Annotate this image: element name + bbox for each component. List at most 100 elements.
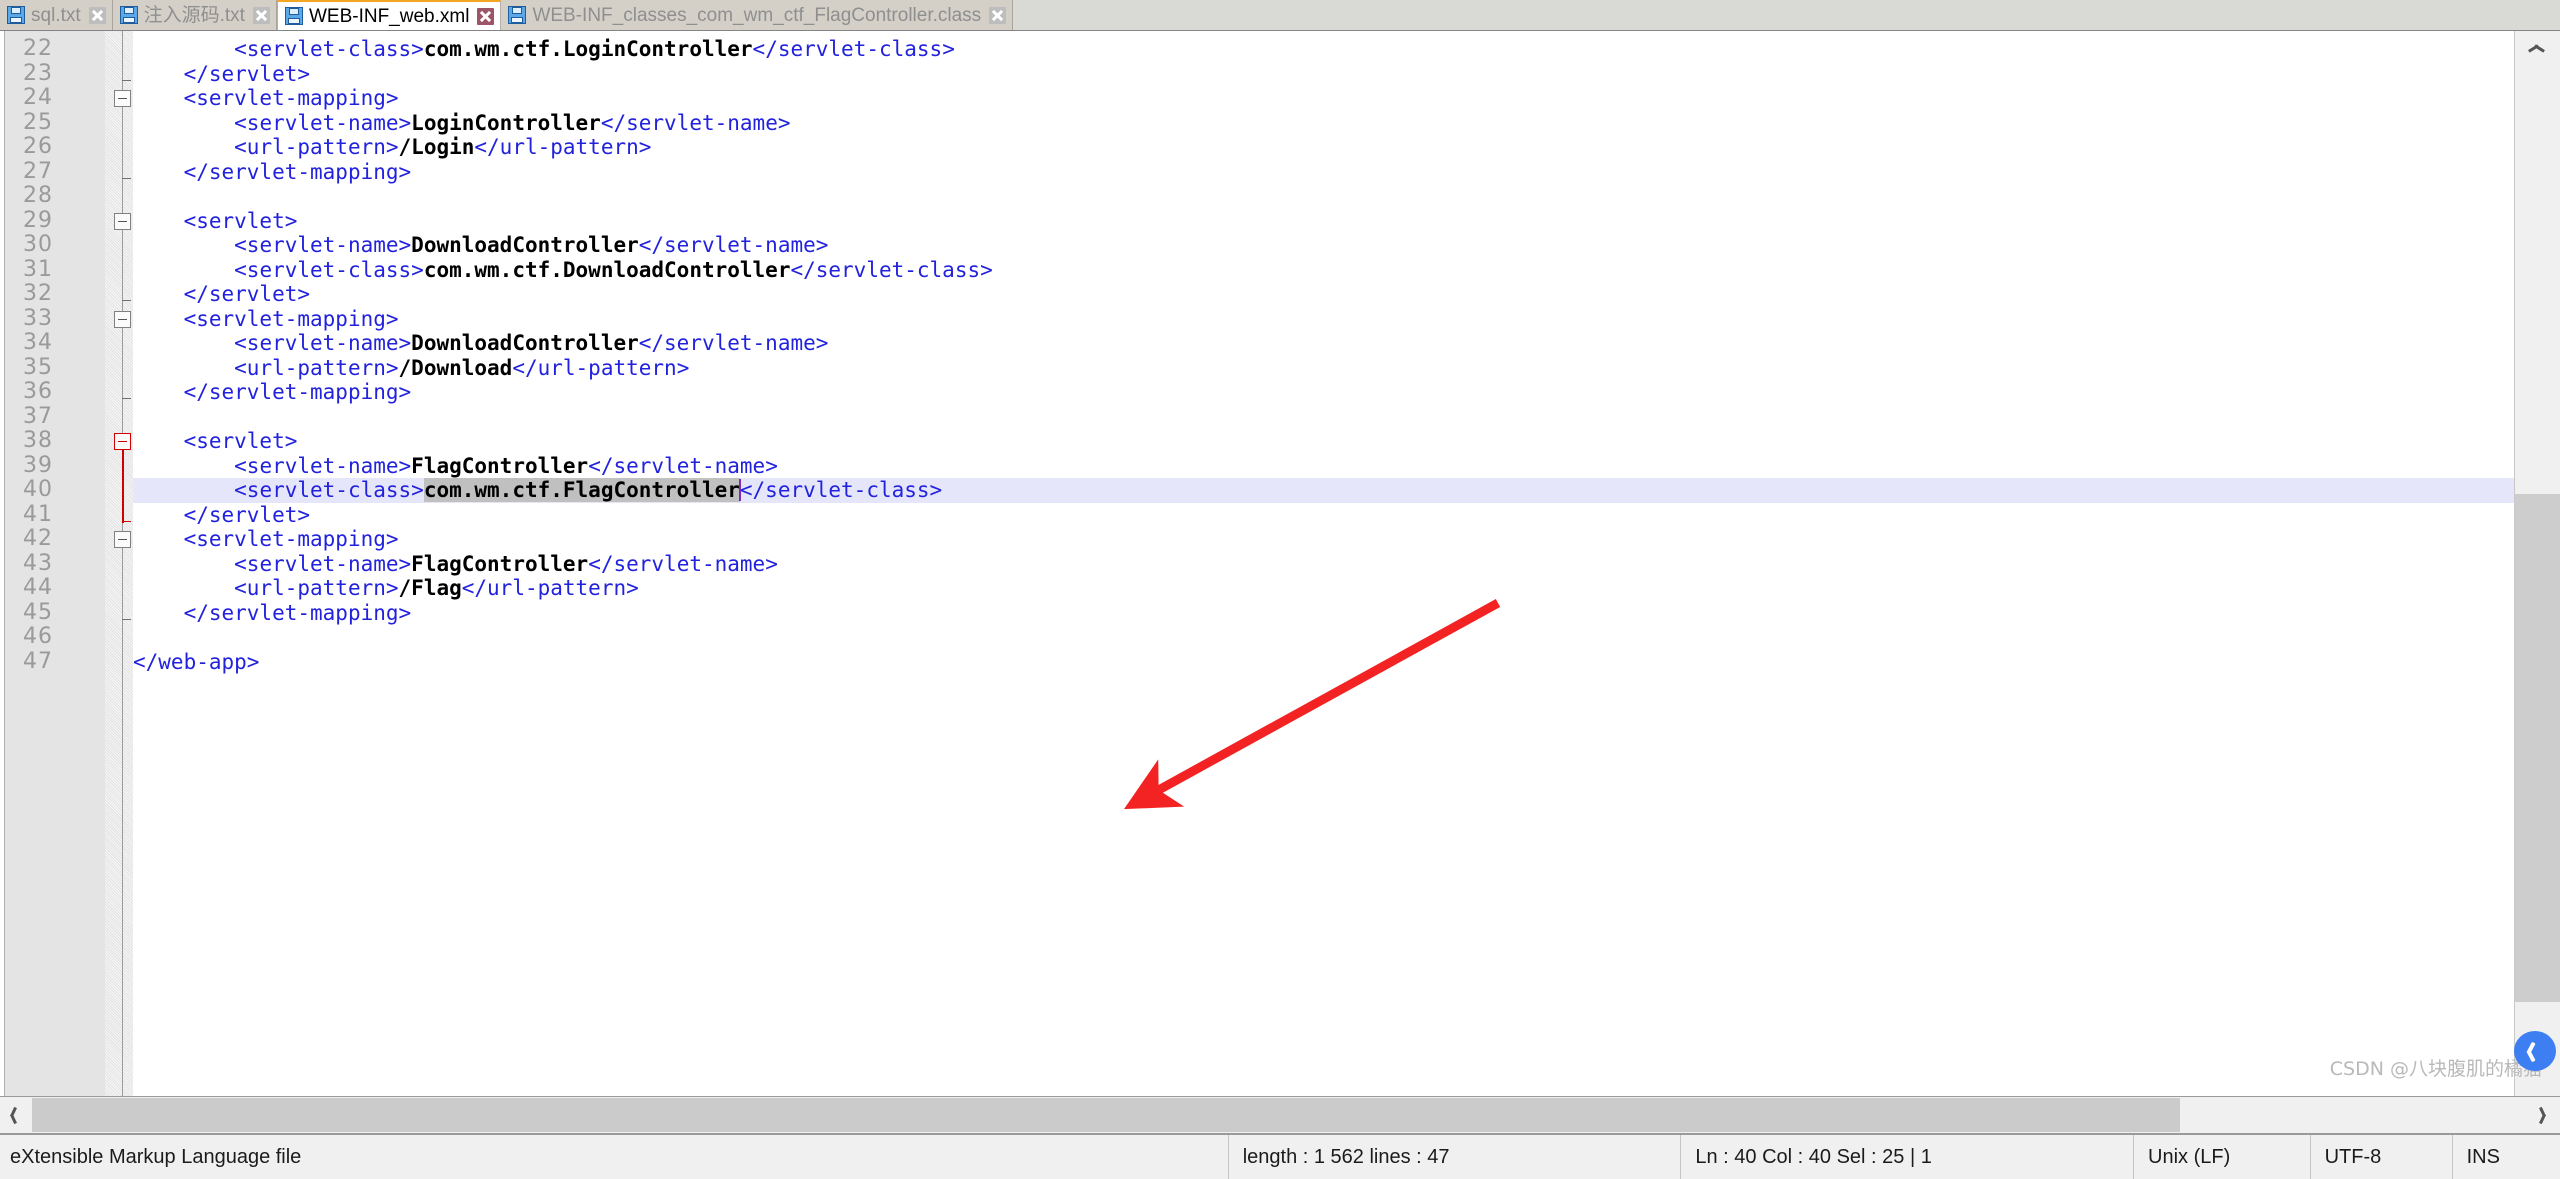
code-line-38[interactable]: <servlet> xyxy=(133,429,2514,454)
xml-tag: <servlet-name> xyxy=(234,453,412,478)
code-line-37[interactable] xyxy=(133,405,2514,430)
code-line-30[interactable]: <servlet-name>DownloadController</servle… xyxy=(133,233,2514,258)
editor-area: 22 23 24 25 26 27 28 29 30 31 32 33 34 35 36 37 38 39 40 41… xyxy=(0,30,2560,1133)
vertical-scrollbar[interactable] xyxy=(2514,31,2560,1133)
xml-tag: </servlet-name> xyxy=(638,233,829,257)
tab-bar: sql.txt 注入源码.txt WEB-INF_web.xml WEB-INF_cl… xyxy=(0,0,2560,30)
xml-tag: </web-app> xyxy=(133,649,260,674)
code-line-29[interactable]: <servlet> xyxy=(133,209,2514,234)
code-line-39[interactable]: <servlet-name>FlagController</servlet-na… xyxy=(133,454,2514,479)
tab-0[interactable]: sql.txt xyxy=(0,0,113,30)
xml-value: /Login xyxy=(398,135,475,159)
tab-3[interactable]: WEB-INF_classes_com_wm_ctf_FlagControlle… xyxy=(501,0,1014,30)
fold-toggle-42[interactable] xyxy=(114,531,131,548)
fold-end-tick xyxy=(122,79,131,81)
code-line-47[interactable]: </web-app> xyxy=(133,650,2514,675)
code-line-22[interactable]: <servlet-class>com.wm.ctf.LoginControlle… xyxy=(133,37,2514,62)
code-line-36[interactable]: </servlet-mapping> xyxy=(133,380,2514,405)
scroll-right-button[interactable] xyxy=(2530,1097,2560,1132)
active-fold-connector xyxy=(122,449,124,523)
scroll-left-button[interactable] xyxy=(0,1097,30,1132)
xml-tag: </servlet-name> xyxy=(588,453,778,478)
code-line-27[interactable]: </servlet-mapping> xyxy=(133,160,2514,185)
chevron-right-icon xyxy=(2541,1107,2550,1123)
code-line-45[interactable]: </servlet-mapping> xyxy=(133,601,2514,626)
close-icon[interactable] xyxy=(252,6,270,24)
code-line-23[interactable]: </servlet> xyxy=(133,62,2514,87)
xml-tag: </servlet-mapping> xyxy=(183,159,412,184)
line-number: 41 xyxy=(23,501,53,527)
code-line-34[interactable]: <servlet-name>DownloadController</servle… xyxy=(133,331,2514,356)
horizontal-scrollbar-thumb[interactable] xyxy=(32,1098,2180,1132)
code-line-31[interactable]: <servlet-class>com.wm.ctf.DownloadContro… xyxy=(133,258,2514,283)
code-line-33[interactable]: <servlet-mapping> xyxy=(133,307,2514,332)
xml-value: FlagController xyxy=(411,551,589,576)
xml-tag: </servlet-class> xyxy=(739,478,943,502)
tab-label: sql.txt xyxy=(31,4,81,26)
xml-tag: </servlet-mapping> xyxy=(183,600,412,625)
fold-toggle-33[interactable] xyxy=(114,310,131,328)
close-icon[interactable] xyxy=(477,7,495,25)
code-line-35[interactable]: <url-pattern>/Download</url-pattern> xyxy=(133,356,2514,381)
code-content[interactable]: <servlet-class>com.wm.ctf.LoginControlle… xyxy=(133,31,2514,1133)
code-line-32[interactable]: </servlet> xyxy=(133,282,2514,307)
line-number: 47 xyxy=(23,648,53,674)
xml-tag: <servlet-mapping> xyxy=(183,527,399,551)
tab-label: WEB-INF_web.xml xyxy=(308,5,470,27)
xml-tag: </servlet> xyxy=(183,282,311,306)
chevron-left-icon xyxy=(12,1107,21,1123)
line-number: 40 xyxy=(23,477,53,502)
line-number: 43 xyxy=(23,550,53,576)
tab-2[interactable]: WEB-INF_web.xml xyxy=(276,0,502,30)
line-number-gutter: 22 23 24 25 26 27 28 29 30 31 32 33 34 35 36 37 38 39 40 41… xyxy=(5,31,65,1133)
status-eol-format: Unix (LF) xyxy=(2134,1135,2311,1179)
line-number: 42 xyxy=(23,526,53,551)
code-line-44[interactable]: <url-pattern>/Flag</url-pattern> xyxy=(133,576,2514,601)
code-line-24[interactable]: <servlet-mapping> xyxy=(133,86,2514,111)
code-folding-margin[interactable] xyxy=(105,31,133,1133)
tab-1[interactable]: 注入源码.txt xyxy=(112,0,277,30)
code-line-28[interactable] xyxy=(133,184,2514,209)
line-number: 30 xyxy=(23,232,53,257)
code-line-42[interactable]: <servlet-mapping> xyxy=(133,527,2514,552)
scroll-up-button[interactable] xyxy=(2515,31,2560,71)
line-number: 46 xyxy=(23,624,53,649)
code-line-26[interactable]: <url-pattern>/Login</url-pattern> xyxy=(133,135,2514,160)
line-number: 26 xyxy=(23,134,53,159)
code-line-40[interactable]: <servlet-class>com.wm.ctf.FlagController… xyxy=(133,478,2514,503)
xml-tag: <servlet-name> xyxy=(234,233,412,257)
document-switcher-button[interactable] xyxy=(2514,1031,2556,1071)
close-icon[interactable] xyxy=(989,6,1007,24)
horizontal-scrollbar[interactable] xyxy=(0,1096,2560,1133)
close-icon[interactable] xyxy=(88,6,106,24)
xml-tag: </url-pattern> xyxy=(512,355,690,380)
fold-toggle-38[interactable] xyxy=(114,433,131,450)
line-number: 25 xyxy=(23,109,53,135)
xml-value: FlagController xyxy=(411,453,589,478)
vertical-scrollbar-thumb[interactable] xyxy=(2515,494,2560,1002)
xml-tag: </servlet> xyxy=(183,502,311,527)
fold-toggle-24[interactable] xyxy=(114,90,131,107)
line-number: 31 xyxy=(23,256,53,282)
xml-tag: <servlet-class> xyxy=(234,257,424,282)
gutter-spacer xyxy=(65,31,105,1133)
line-number: 39 xyxy=(23,452,53,478)
line-number: 22 xyxy=(23,36,53,61)
code-line-41[interactable]: </servlet> xyxy=(133,503,2514,528)
floppy-disk-icon xyxy=(508,6,527,24)
fold-toggle-29[interactable] xyxy=(114,212,131,230)
code-line-46[interactable] xyxy=(133,625,2514,650)
code-line-25[interactable]: <servlet-name>LoginController</servlet-n… xyxy=(133,111,2514,136)
code-line-43[interactable]: <servlet-name>FlagController</servlet-na… xyxy=(133,552,2514,577)
line-number: 24 xyxy=(23,85,53,110)
text-editor[interactable]: 22 23 24 25 26 27 28 29 30 31 32 33 34 35 36 37 38 39 40 41… xyxy=(0,31,2560,1133)
